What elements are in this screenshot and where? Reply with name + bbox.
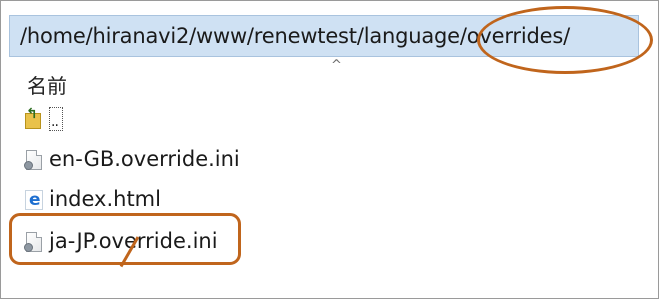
- highlight-ellipse: [477, 6, 653, 74]
- file-name: index.html: [49, 187, 161, 211]
- html-file-icon: e: [23, 188, 43, 210]
- list-item-parent[interactable]: ↰ ..: [23, 105, 63, 133]
- ini-file-icon: [23, 148, 43, 170]
- file-browser-window: /home/hiranavi2/www/renewtest/language/o…: [0, 0, 659, 299]
- sort-arrow-icon[interactable]: ^: [331, 58, 342, 73]
- parent-folder-icon: ↰: [23, 106, 43, 130]
- list-item-file[interactable]: en-GB.override.ini: [23, 145, 240, 173]
- parent-entry-label: ..: [49, 107, 63, 131]
- file-name: en-GB.override.ini: [49, 147, 240, 171]
- list-item-file[interactable]: e index.html: [23, 185, 161, 213]
- name-column-header[interactable]: 名前: [27, 70, 67, 99]
